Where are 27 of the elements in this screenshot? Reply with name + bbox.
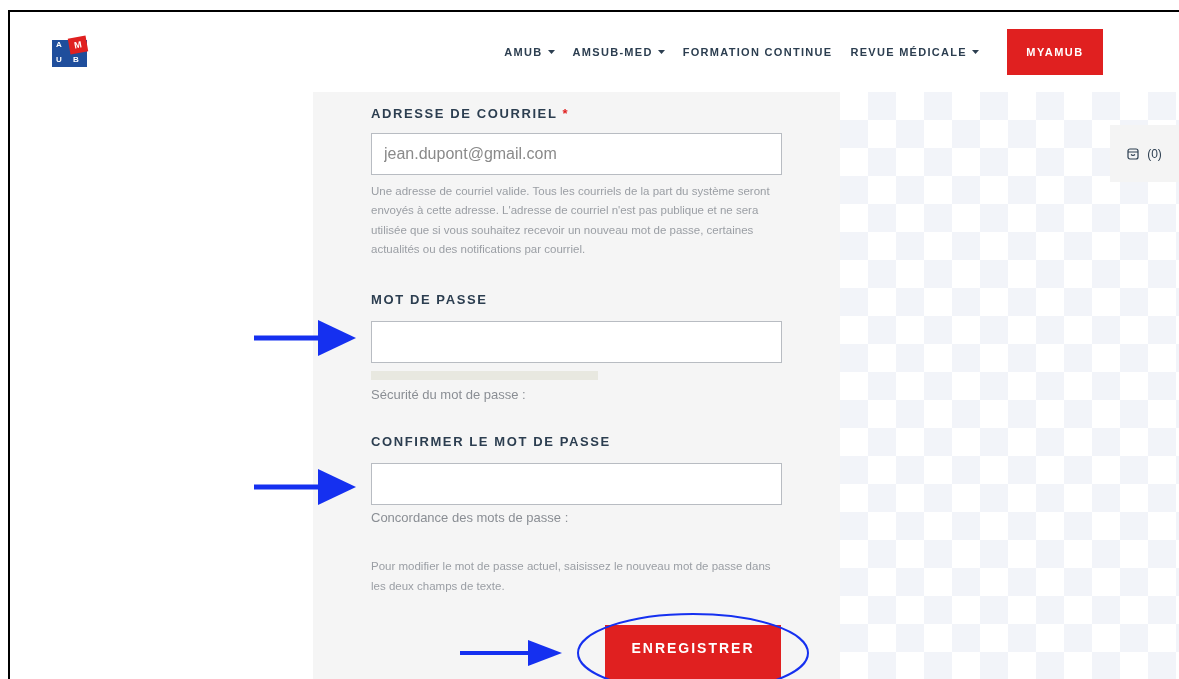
nav-link[interactable]: AMSUB-MED bbox=[572, 43, 665, 61]
bag-icon bbox=[1127, 147, 1140, 160]
save-button[interactable]: ENREGISTRER bbox=[605, 625, 781, 679]
myamub-button[interactable]: MYAMUB bbox=[1007, 29, 1103, 75]
strength-label: Sécurité du mot de passe : bbox=[371, 386, 527, 405]
password-field[interactable] bbox=[371, 321, 782, 363]
email-field[interactable]: jean.dupont@gmail.com bbox=[371, 132, 782, 175]
logo-letter: A bbox=[56, 41, 62, 49]
nav-link[interactable]: REVUE MÉDICALE bbox=[850, 43, 979, 61]
logo-letter: U bbox=[56, 56, 62, 64]
confirm-password-field[interactable] bbox=[371, 463, 782, 505]
arrow-icon bbox=[254, 469, 356, 505]
cart-widget[interactable]: (0) bbox=[1110, 125, 1179, 182]
help-text: Pour modifier le mot de passe actuel, saisissez le nouveau mot de passe dans les deux champs de texte. bbox=[371, 559, 772, 594]
nav-link[interactable]: FORMATION CONTINUE bbox=[682, 43, 833, 61]
field-label: CONFIRMER LE MOT DE PASSE bbox=[371, 432, 612, 451]
field-label: ADRESSE DE COURRIEL bbox=[371, 105, 558, 123]
field-label: MOT DE PASSE bbox=[371, 290, 489, 309]
logo-letter: B bbox=[73, 56, 79, 64]
nav-link[interactable]: AMUB bbox=[504, 43, 555, 61]
cart-count: (0) bbox=[1147, 145, 1162, 163]
required-mark: * bbox=[562, 105, 568, 123]
help-text: Une adresse de courriel valide. Tous les courriels de la part du système seront envoyés à cette adresse. L'adresse de courriel n'est pas publique et ne sera utilisée que si vous souhaitez recevoir un nouveau mot de passe, certaines actualités ou des notifications par courriel. bbox=[371, 183, 771, 258]
logo[interactable]: A M U B bbox=[52, 37, 88, 67]
arrow-icon bbox=[460, 640, 562, 666]
arrow-icon bbox=[254, 320, 356, 356]
match-label: Concordance des mots de passe : bbox=[371, 508, 570, 527]
